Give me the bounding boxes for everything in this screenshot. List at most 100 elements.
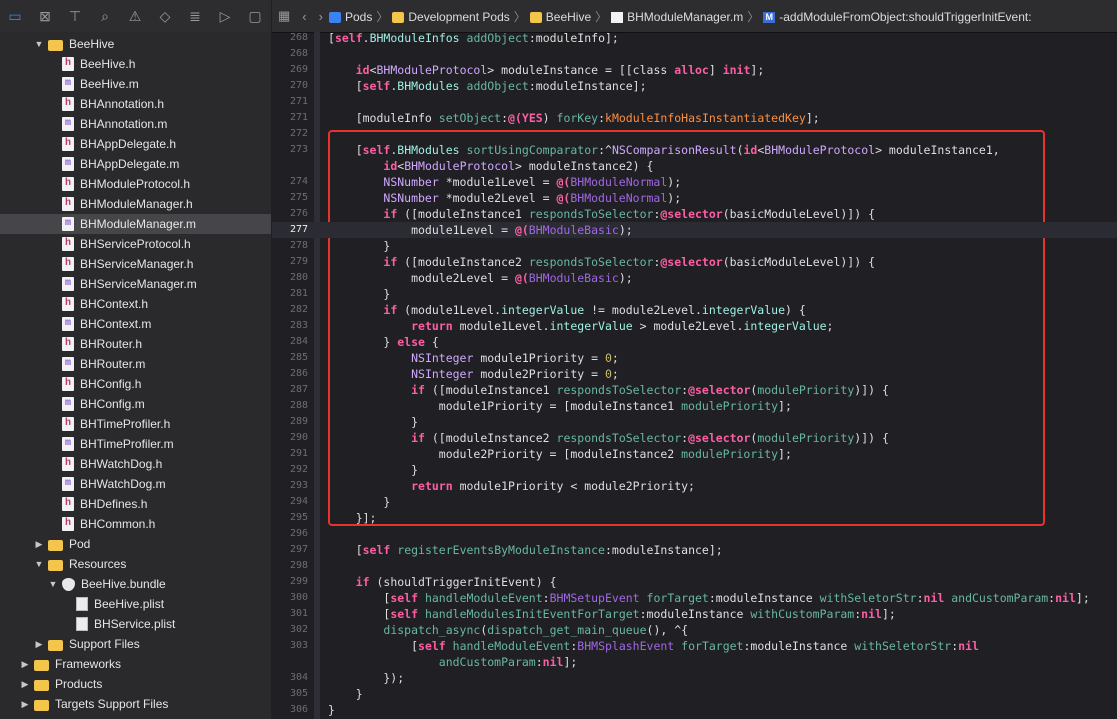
- tree-item[interactable]: BHConfig.h: [0, 374, 271, 394]
- code-line[interactable]: 276 if ([moduleInstance1 respondsToSelec…: [272, 206, 1117, 222]
- code-line[interactable]: 285 NSInteger module1Priority = 0;: [272, 350, 1117, 366]
- code-line[interactable]: 268: [272, 46, 1117, 62]
- code-line[interactable]: 297 [self registerEventsByModuleInstance…: [272, 542, 1117, 558]
- tree-item[interactable]: BHServiceManager.h: [0, 254, 271, 274]
- tree-item[interactable]: ▶ Products: [0, 674, 271, 694]
- code-line[interactable]: 286 NSInteger module2Priority = 0;: [272, 366, 1117, 382]
- tree-item[interactable]: ▶ Support Files: [0, 634, 271, 654]
- tree-item[interactable]: ▼ BeeHive: [0, 34, 271, 54]
- code-line[interactable]: 271 [moduleInfo setObject:@(YES) forKey:…: [272, 110, 1117, 126]
- tree-item[interactable]: BHWatchDog.h: [0, 454, 271, 474]
- tree-item[interactable]: BeeHive.plist: [0, 594, 271, 614]
- tree-item[interactable]: BHDefines.h: [0, 494, 271, 514]
- tree-item[interactable]: BHRouter.m: [0, 354, 271, 374]
- code-line[interactable]: 272: [272, 126, 1117, 142]
- breadcrumb-item[interactable]: Development Pods: [408, 10, 509, 24]
- search-icon[interactable]: ⌕: [90, 8, 120, 25]
- code-line[interactable]: 277 module1Level = @(BHModuleBasic);: [272, 222, 1117, 238]
- code-line[interactable]: 293 return module1Priority < module2Prio…: [272, 478, 1117, 494]
- code-line[interactable]: 287 if ([moduleInstance1 respondsToSelec…: [272, 382, 1117, 398]
- code-line[interactable]: 290 if ([moduleInstance2 respondsToSelec…: [272, 430, 1117, 446]
- tree-item[interactable]: BHService.plist: [0, 614, 271, 634]
- code-line[interactable]: 302 dispatch_async(dispatch_get_main_que…: [272, 622, 1117, 638]
- tree-item[interactable]: BHAppDelegate.m: [0, 154, 271, 174]
- disclosure-open-icon[interactable]: ▼: [34, 559, 44, 569]
- source-control-icon[interactable]: ⊠: [30, 8, 60, 25]
- disclosure-closed-icon[interactable]: ▶: [20, 679, 30, 690]
- code-line[interactable]: 271: [272, 94, 1117, 110]
- tree-item[interactable]: BHTimeProfiler.h: [0, 414, 271, 434]
- disclosure-open-icon[interactable]: ▼: [48, 579, 58, 589]
- tree-item[interactable]: ▼ BeeHive.bundle: [0, 574, 271, 594]
- tree-item[interactable]: BeeHive.h: [0, 54, 271, 74]
- code-line[interactable]: id<BHModuleProtocol> moduleInstance2) {: [272, 158, 1117, 174]
- tree-item[interactable]: BHServiceManager.m: [0, 274, 271, 294]
- tree-item[interactable]: BHContext.m: [0, 314, 271, 334]
- breadcrumb-item[interactable]: -addModuleFromObject:shouldTriggerInitEv…: [779, 10, 1031, 24]
- tag-icon[interactable]: ▷: [210, 8, 240, 25]
- tree-item[interactable]: BHConfig.m: [0, 394, 271, 414]
- breadcrumb-item[interactable]: Pods: [345, 10, 372, 24]
- code-area[interactable]: 268 [self.BHModuleInfos addObject:moduleI…: [272, 30, 1117, 719]
- code-line[interactable]: 301 [self handleModulesInitEventForTarge…: [272, 606, 1117, 622]
- disclosure-closed-icon[interactable]: ▶: [20, 699, 30, 710]
- code-line[interactable]: 304 });: [272, 670, 1117, 686]
- tree-item[interactable]: ▼ Resources: [0, 554, 271, 574]
- tree-item[interactable]: BHCommon.h: [0, 514, 271, 534]
- code-line[interactable]: 279 if ([moduleInstance2 respondsToSelec…: [272, 254, 1117, 270]
- code-line[interactable]: 280 module2Level = @(BHModuleBasic);: [272, 270, 1117, 286]
- code-line[interactable]: 295 }];: [272, 510, 1117, 526]
- tree-item[interactable]: ▶ Targets Support Files: [0, 694, 271, 714]
- code-line[interactable]: 269 id<BHModuleProtocol> moduleInstance …: [272, 62, 1117, 78]
- breakpoint-icon[interactable]: ◇: [150, 8, 180, 25]
- tree-item[interactable]: BHModuleManager.m: [0, 214, 271, 234]
- tree-item[interactable]: ▶ Frameworks: [0, 654, 271, 674]
- code-line[interactable]: 283 return module1Level.integerValue > m…: [272, 318, 1117, 334]
- code-line[interactable]: 278 }: [272, 238, 1117, 254]
- tree-item[interactable]: BHServiceProtocol.h: [0, 234, 271, 254]
- code-line[interactable]: 288 module1Priority = [moduleInstance1 m…: [272, 398, 1117, 414]
- code-line[interactable]: 270 [self.BHModules addObject:moduleInst…: [272, 78, 1117, 94]
- breadcrumb-item[interactable]: BeeHive: [546, 10, 591, 24]
- code-line[interactable]: 281 }: [272, 286, 1117, 302]
- disclosure-closed-icon[interactable]: ▶: [34, 539, 44, 550]
- hierarchy-icon[interactable]: ⊤: [60, 8, 90, 25]
- code-line[interactable]: 275 NSNumber *module2Level = @(BHModuleN…: [272, 190, 1117, 206]
- code-line[interactable]: 296: [272, 526, 1117, 542]
- code-line[interactable]: 294 }: [272, 494, 1117, 510]
- tree-item[interactable]: BHWatchDog.m: [0, 474, 271, 494]
- code-line[interactable]: 299 if (shouldTriggerInitEvent) {: [272, 574, 1117, 590]
- forward-icon[interactable]: ›: [319, 9, 323, 24]
- comment-icon[interactable]: ▢: [240, 8, 270, 25]
- code-line[interactable]: 274 NSNumber *module1Level = @(BHModuleN…: [272, 174, 1117, 190]
- code-line[interactable]: 303 [self handleModuleEvent:BHMSplashEve…: [272, 638, 1117, 654]
- code-line[interactable]: 284 } else {: [272, 334, 1117, 350]
- disclosure-open-icon[interactable]: ▼: [34, 39, 44, 49]
- code-line[interactable]: 282 if (module1Level.integerValue != mod…: [272, 302, 1117, 318]
- tree-item[interactable]: BeeHive.m: [0, 74, 271, 94]
- code-line[interactable]: 291 module2Priority = [moduleInstance2 m…: [272, 446, 1117, 462]
- tree-item[interactable]: BHModuleProtocol.h: [0, 174, 271, 194]
- tree-item[interactable]: BHModuleManager.h: [0, 194, 271, 214]
- tree-item[interactable]: BHRouter.h: [0, 334, 271, 354]
- code-line[interactable]: 268 [self.BHModuleInfos addObject:moduleI…: [272, 30, 1117, 46]
- tree-item[interactable]: BHContext.h: [0, 294, 271, 314]
- tree-item[interactable]: BHAppDelegate.h: [0, 134, 271, 154]
- breadcrumb-item[interactable]: BHModuleManager.m: [627, 10, 743, 24]
- list-icon[interactable]: ≣: [180, 8, 210, 25]
- code-line[interactable]: 298: [272, 558, 1117, 574]
- code-line[interactable]: 306}: [272, 702, 1117, 718]
- code-line[interactable]: 273 [self.BHModules sortUsingComparator:…: [272, 142, 1117, 158]
- code-line[interactable]: andCustomParam:nil];: [272, 654, 1117, 670]
- disclosure-closed-icon[interactable]: ▶: [20, 659, 30, 670]
- tree-item[interactable]: BHTimeProfiler.m: [0, 434, 271, 454]
- back-icon[interactable]: ‹: [302, 9, 306, 24]
- tree-item[interactable]: BHAnnotation.h: [0, 94, 271, 114]
- code-line[interactable]: 292 }: [272, 462, 1117, 478]
- code-line[interactable]: 300 [self handleModuleEvent:BHMSetupEven…: [272, 590, 1117, 606]
- code-line[interactable]: 289 }: [272, 414, 1117, 430]
- disclosure-closed-icon[interactable]: ▶: [34, 639, 44, 650]
- code-line[interactable]: 305 }: [272, 686, 1117, 702]
- folder-icon[interactable]: ▭: [0, 8, 30, 25]
- tree-item[interactable]: ▶ Pod: [0, 534, 271, 554]
